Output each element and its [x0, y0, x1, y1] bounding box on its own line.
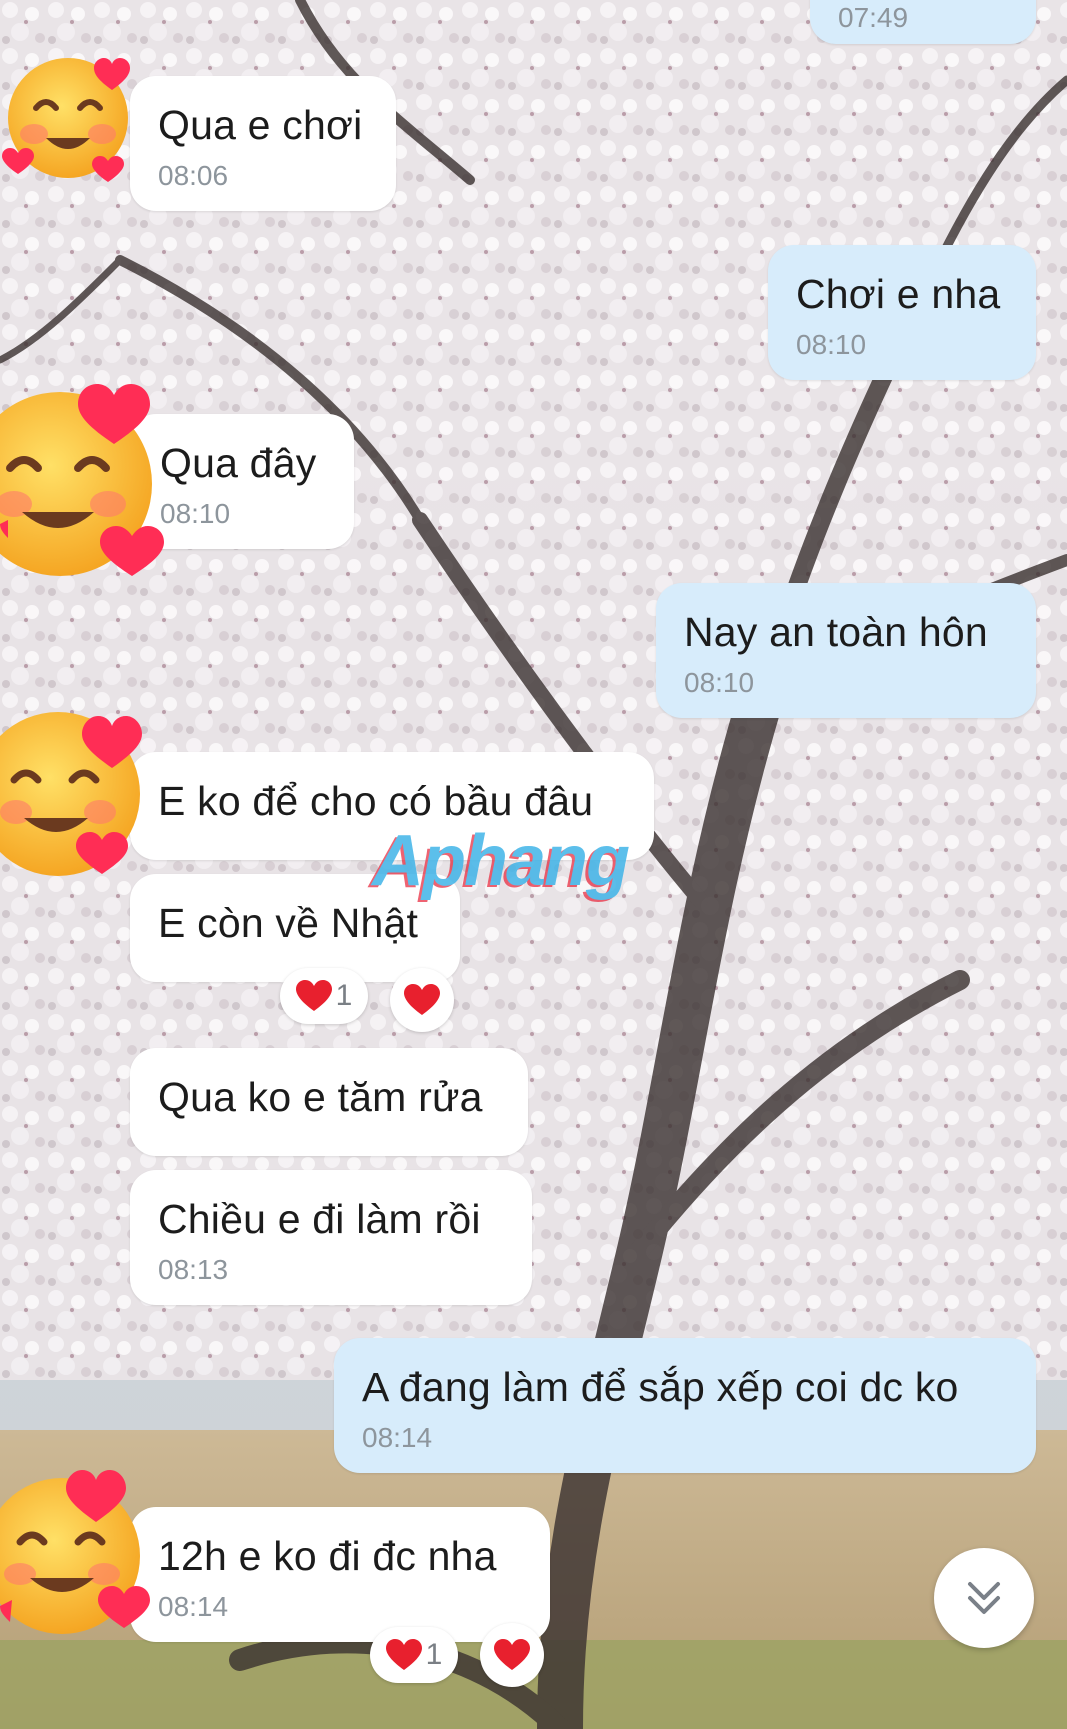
message-text: E ko để cho có bầu đâu — [158, 778, 594, 824]
smiling-face-with-hearts-icon[interactable] — [0, 1452, 156, 1636]
message-text: Chiều e đi làm rồi — [158, 1196, 481, 1242]
message-text: Qua đây — [160, 440, 317, 486]
message-bubble-incoming[interactable]: 12h e ko đi đc nha 08:14 — [130, 1507, 550, 1642]
watermark-logo: Aphang — [372, 821, 630, 901]
message-timestamp: 08:14 — [362, 1422, 433, 1453]
heart-icon — [404, 984, 440, 1015]
message-timestamp: 08:13 — [158, 1254, 229, 1285]
reaction-count-badge[interactable]: 1 — [370, 1627, 458, 1683]
add-reaction-button[interactable] — [390, 968, 454, 1032]
message-text: Chơi e nha — [796, 271, 1001, 317]
message-bubble-outgoing[interactable]: Chơi e nha 08:10 — [768, 245, 1036, 380]
message-timestamp: 08:14 — [158, 1591, 229, 1622]
message-timestamp: 08:10 — [160, 498, 231, 529]
message-timestamp: 07:49 — [838, 2, 909, 33]
message-bubble-incoming[interactable]: Chiều e đi làm rồi 08:13 — [130, 1170, 532, 1305]
reaction-count: 1 — [425, 1638, 443, 1671]
message-text: Nay an toàn hôn — [684, 609, 988, 655]
heart-icon — [494, 1639, 530, 1670]
reaction-count-badge[interactable]: 1 — [280, 968, 368, 1024]
message-timestamp: 08:06 — [158, 160, 229, 191]
message-text: 12h e ko đi đc nha — [158, 1533, 497, 1579]
message-bubble-outgoing[interactable]: Nay an toàn hôn 08:10 — [656, 583, 1036, 718]
message-timestamp: 08:10 — [796, 329, 867, 360]
message-text: A đang làm để sắp xếp coi dc ko — [362, 1364, 959, 1410]
message-text: E còn về Nhật — [158, 900, 419, 946]
message-bubble-incoming[interactable]: Qua e chơi 08:06 — [130, 76, 396, 211]
scroll-to-bottom-button[interactable] — [934, 1548, 1034, 1648]
heart-icon — [385, 1639, 422, 1670]
reaction-count: 1 — [335, 979, 353, 1012]
message-text: Qua ko e tăm rửa — [158, 1074, 483, 1120]
message-bubble-incoming[interactable]: Qua ko e tăm rửa — [130, 1048, 528, 1156]
chevron-double-down-icon — [968, 1582, 1000, 1614]
message-text: Qua e chơi — [158, 102, 363, 148]
smiling-face-with-hearts-icon[interactable] — [0, 46, 140, 186]
smiling-face-with-hearts-icon[interactable] — [0, 364, 170, 584]
message-bubble-outgoing[interactable]: A đang làm để sắp xếp coi dc ko 08:14 — [334, 1338, 1036, 1473]
smiling-face-with-hearts-icon[interactable] — [0, 694, 160, 880]
heart-icon — [295, 980, 332, 1011]
message-bubble-outgoing[interactable]: 07:49 — [810, 0, 1036, 44]
message-timestamp: 08:10 — [684, 667, 755, 698]
add-reaction-button[interactable] — [480, 1623, 544, 1687]
